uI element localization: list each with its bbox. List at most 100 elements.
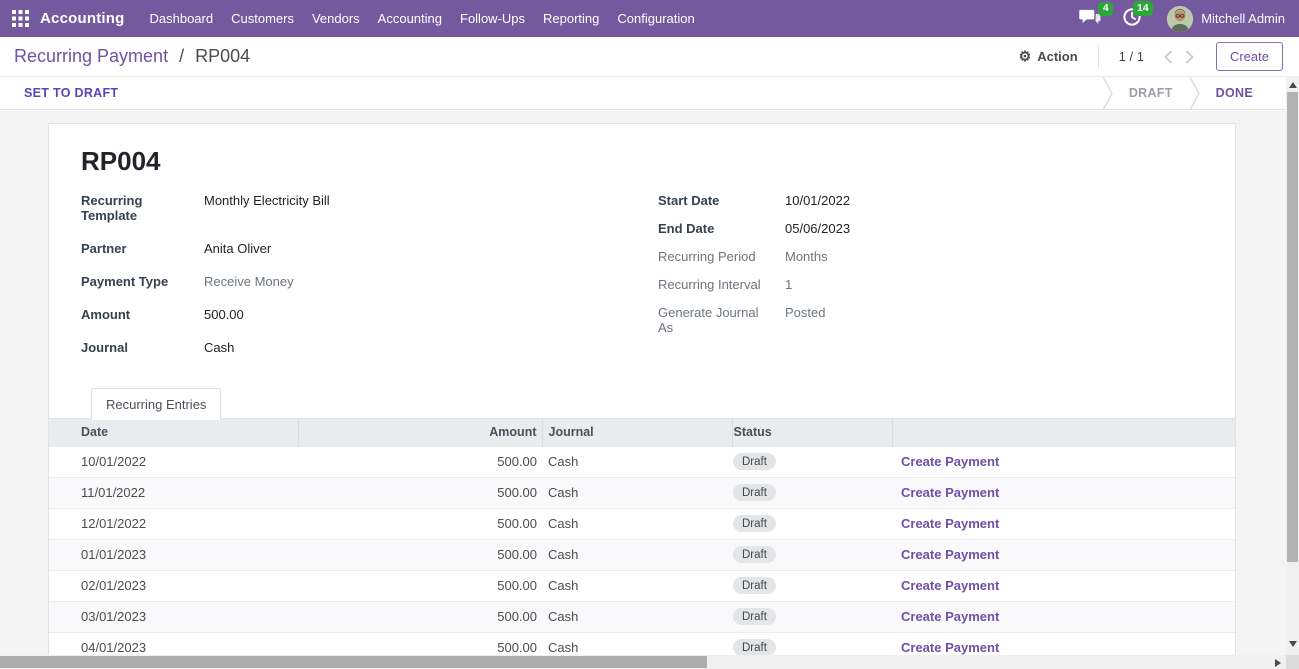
entry-amount: 500.00 [298, 446, 542, 477]
entry-status-cell: Draft [732, 477, 892, 508]
entry-journal: Cash [542, 446, 732, 477]
status-badge: Draft [733, 453, 776, 470]
entry-status-cell: Draft [732, 570, 892, 601]
scrollbar-corner [1286, 655, 1299, 669]
menu-item-vendors[interactable]: Vendors [303, 0, 369, 37]
app-brand[interactable]: Accounting [40, 10, 125, 27]
pager-value: 1 / 1 [1119, 49, 1144, 64]
entry-row[interactable]: 10/01/2022500.00CashDraftCreate Payment [49, 446, 1235, 477]
activities-button[interactable]: 14 [1123, 8, 1141, 29]
form-statusbar: SET TO DRAFT DRAFT DONE [0, 76, 1299, 110]
field-value[interactable]: Monthly Electricity Bill [204, 193, 330, 208]
menu-item-accounting[interactable]: Accounting [369, 0, 451, 37]
fields-left-column: Recurring TemplateMonthly Electricity Bi… [81, 193, 658, 373]
horizontal-scrollbar[interactable] [0, 655, 1286, 669]
field-row: PartnerAnita Oliver [81, 241, 658, 256]
entry-action-cell: Create Payment [892, 446, 1235, 477]
field-value[interactable]: 500.00 [204, 307, 244, 322]
entry-date: 03/01/2023 [49, 601, 298, 632]
entry-status-cell: Draft [732, 601, 892, 632]
fields-right-column: Start Date10/01/2022End Date05/06/2023Re… [658, 193, 1203, 373]
entry-date: 02/01/2023 [49, 570, 298, 601]
field-row: Recurring PeriodMonths [658, 249, 1203, 264]
breadcrumb-current: RP004 [195, 46, 250, 66]
column-header-status[interactable]: Status [732, 419, 892, 446]
field-label: Partner [81, 241, 204, 256]
avatar [1167, 6, 1193, 32]
entry-action-cell: Create Payment [892, 477, 1235, 508]
entry-journal: Cash [542, 601, 732, 632]
create-payment-link[interactable]: Create Payment [901, 609, 999, 624]
notebook-tabs: Recurring Entries [49, 387, 1235, 419]
top-navbar: Accounting DashboardCustomersVendorsAcco… [0, 0, 1299, 37]
status-step-chevron-icon [1189, 77, 1200, 109]
field-label: Amount [81, 307, 204, 322]
field-value[interactable]: 1 [785, 277, 792, 292]
entry-journal: Cash [542, 539, 732, 570]
entries-table-body: 10/01/2022500.00CashDraftCreate Payment1… [49, 446, 1235, 669]
action-menu-button[interactable]: ⚙ Action [1019, 48, 1078, 65]
horizontal-scrollbar-thumb[interactable] [0, 656, 707, 668]
apps-grid-icon[interactable] [12, 10, 29, 27]
scroll-right-icon[interactable] [1275, 659, 1281, 667]
form-sheet: RP004 Recurring TemplateMonthly Electric… [48, 123, 1236, 669]
menu-item-follow-ups[interactable]: Follow-Ups [451, 0, 534, 37]
entry-amount: 500.00 [298, 570, 542, 601]
menu-item-dashboard[interactable]: Dashboard [141, 0, 223, 37]
entry-row[interactable]: 03/01/2023500.00CashDraft Create Payment [49, 601, 1235, 632]
status-step-draft[interactable]: DRAFT [1113, 77, 1189, 109]
status-badge: Draft [733, 639, 776, 656]
main-menu: DashboardCustomersVendorsAccountingFollo… [141, 0, 704, 37]
entry-journal: Cash [542, 508, 732, 539]
user-menu[interactable]: Mitchell Admin [1167, 6, 1285, 32]
breadcrumb-separator: / [179, 46, 184, 66]
tab-recurring-entries[interactable]: Recurring Entries [91, 388, 221, 420]
create-button[interactable]: Create [1216, 42, 1283, 71]
create-payment-link[interactable]: Create Payment [901, 547, 999, 562]
vertical-scrollbar[interactable] [1286, 76, 1299, 655]
menu-item-customers[interactable]: Customers [222, 0, 303, 37]
form-view: RP004 Recurring TemplateMonthly Electric… [0, 111, 1299, 669]
entry-action-cell: Create Payment [892, 570, 1235, 601]
field-value[interactable]: 05/06/2023 [785, 221, 850, 236]
create-payment-link[interactable]: Create Payment [901, 454, 999, 469]
status-badge: Draft [733, 546, 776, 563]
scroll-up-icon[interactable] [1289, 82, 1297, 88]
breadcrumb-parent-link[interactable]: Recurring Payment [14, 46, 168, 66]
status-step-done[interactable]: DONE [1200, 77, 1269, 109]
create-payment-link[interactable]: Create Payment [901, 485, 999, 500]
entry-row[interactable]: 11/01/2022500.00CashDraftCreate Payment [49, 477, 1235, 508]
pager-next-icon[interactable] [1179, 46, 1200, 68]
status-step-chevron-icon [1102, 77, 1113, 109]
create-payment-link[interactable]: Create Payment [901, 640, 999, 655]
column-header-journal[interactable]: Journal [542, 419, 732, 446]
field-value[interactable]: Months [785, 249, 828, 264]
vertical-scrollbar-thumb[interactable] [1287, 92, 1298, 562]
field-value[interactable]: 10/01/2022 [785, 193, 850, 208]
column-header-amount[interactable]: Amount [298, 419, 542, 446]
entry-status-cell: Draft [732, 539, 892, 570]
field-label: Recurring Template [81, 193, 204, 223]
gear-icon: ⚙ [1019, 48, 1032, 65]
field-value[interactable]: Anita Oliver [204, 241, 271, 256]
field-value[interactable]: Posted [785, 305, 825, 320]
create-payment-link[interactable]: Create Payment [901, 516, 999, 531]
menu-item-reporting[interactable]: Reporting [534, 0, 608, 37]
create-payment-link[interactable]: Create Payment [901, 578, 999, 593]
field-value[interactable]: Cash [204, 340, 234, 355]
entry-row[interactable]: 12/01/2022500.00CashDraftCreate Payment [49, 508, 1235, 539]
set-to-draft-button[interactable]: SET TO DRAFT [24, 86, 118, 100]
user-name: Mitchell Admin [1201, 11, 1285, 26]
scroll-down-icon[interactable] [1289, 641, 1297, 647]
pager-previous-icon[interactable] [1158, 46, 1179, 68]
messages-button[interactable]: 4 [1079, 9, 1101, 29]
entry-action-cell: Create Payment [892, 508, 1235, 539]
field-row: Amount500.00 [81, 307, 658, 322]
status-badge: Draft [733, 484, 776, 501]
entry-row[interactable]: 02/01/2023500.00CashDraftCreate Payment [49, 570, 1235, 601]
entry-row[interactable]: 01/01/2023500.00CashDraftCreate Payment [49, 539, 1235, 570]
field-value[interactable]: Receive Money [204, 274, 294, 289]
column-header-date[interactable]: Date [49, 419, 298, 446]
menu-item-configuration[interactable]: Configuration [608, 0, 703, 37]
entry-amount: 500.00 [298, 601, 542, 632]
